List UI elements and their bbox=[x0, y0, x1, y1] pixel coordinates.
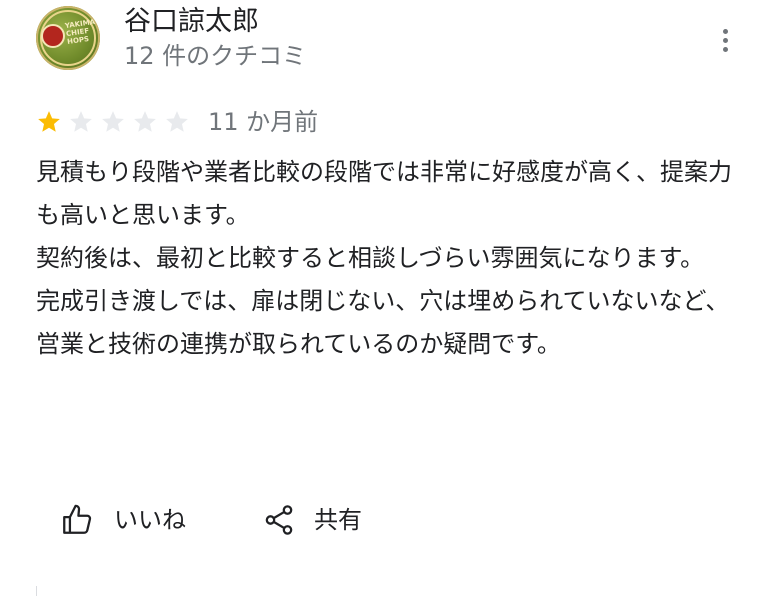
like-label: いいね bbox=[114, 506, 186, 534]
share-button[interactable]: 共有 bbox=[262, 503, 362, 537]
star-rating bbox=[36, 109, 190, 135]
star-empty-icon bbox=[70, 111, 92, 132]
reviewer-review-count: 12 件のクチコミ bbox=[124, 42, 307, 70]
reviewer-name[interactable]: 谷口諒太郎 bbox=[124, 4, 259, 40]
share-icon bbox=[265, 505, 293, 535]
share-label: 共有 bbox=[314, 506, 362, 534]
avatar-logo-text: YAKIMA CHIEF HOPS bbox=[64, 17, 96, 46]
review-actions: いいね 共有 bbox=[60, 498, 362, 542]
star-empty-icon bbox=[102, 111, 124, 132]
review-card: YAKIMA CHIEF HOPS 谷口諒太郎 12 件のクチコミ 11 か月前… bbox=[0, 0, 782, 596]
star-empty-icon bbox=[134, 111, 156, 132]
review-text: 見積もり段階や業者比較の段階では非常に好感度が高く、提案力も高いと思います。 契… bbox=[36, 158, 732, 358]
avatar-emblem-icon bbox=[41, 24, 65, 48]
more-options-button[interactable] bbox=[712, 26, 740, 56]
divider bbox=[36, 586, 37, 596]
reviewer-avatar[interactable]: YAKIMA CHIEF HOPS bbox=[36, 6, 100, 70]
star-empty-icon bbox=[166, 111, 188, 132]
thumb-up-icon bbox=[63, 504, 92, 534]
review-time: 11 か月前 bbox=[208, 108, 319, 136]
like-button[interactable]: いいね bbox=[60, 503, 186, 537]
star-filled-icon bbox=[38, 111, 60, 132]
